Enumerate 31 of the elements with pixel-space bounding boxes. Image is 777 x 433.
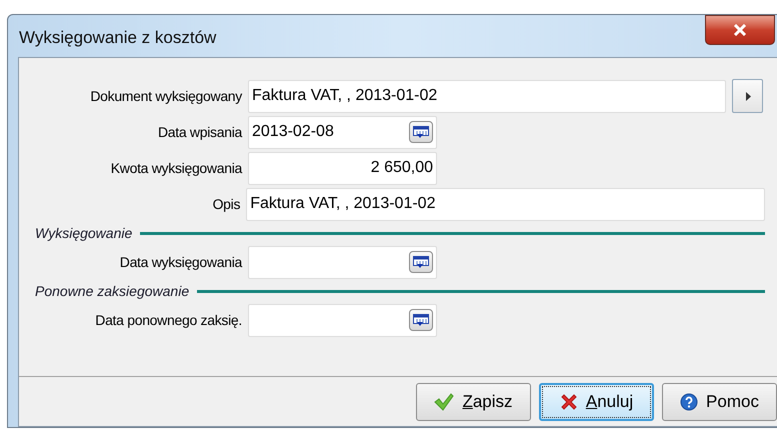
lookup-button[interactable] [732, 79, 763, 113]
close-icon [733, 24, 747, 36]
checkmark-icon [434, 392, 454, 410]
window-title: Wyksięgowanie z kosztów [18, 27, 216, 49]
cancel-button[interactable]: Anuluj [539, 382, 654, 420]
calendar-icon [413, 126, 429, 138]
text-field[interactable]: Faktura VAT, , 2013-01-02 [246, 188, 765, 220]
date-field[interactable] [248, 246, 437, 278]
field-label: Kwota wyksięgowania [110, 158, 244, 178]
field-label: Data wyksięgowania [118, 252, 244, 272]
help-icon [680, 392, 698, 410]
calendar-icon [413, 256, 429, 268]
date-field[interactable] [248, 304, 437, 336]
field-label: Opis [212, 194, 242, 214]
calendar-icon [413, 314, 429, 326]
text-field[interactable]: 2 650,00 [248, 152, 437, 184]
calendar-button[interactable] [409, 121, 433, 143]
section-heading: Ponowne zaksiegowanie [35, 282, 190, 301]
field-label: Data wpisania [156, 122, 244, 142]
text-field[interactable]: Faktura VAT, , 2013-01-02 [248, 80, 726, 112]
calendar-button[interactable] [409, 309, 433, 331]
calendar-button[interactable] [409, 251, 433, 273]
close-button[interactable] [705, 15, 775, 45]
section-heading: Wyksięgowanie [35, 224, 132, 243]
date-field[interactable]: 2013-02-08 [248, 116, 437, 148]
help-button[interactable]: Pomoc [662, 382, 777, 420]
cross-icon [560, 392, 578, 410]
field-label: Dokument wyksięgowany [89, 86, 244, 106]
save-button[interactable]: Zapisz [416, 382, 531, 420]
field-label: Data ponownego zaksię. [94, 310, 243, 330]
caret-icon [744, 92, 750, 100]
